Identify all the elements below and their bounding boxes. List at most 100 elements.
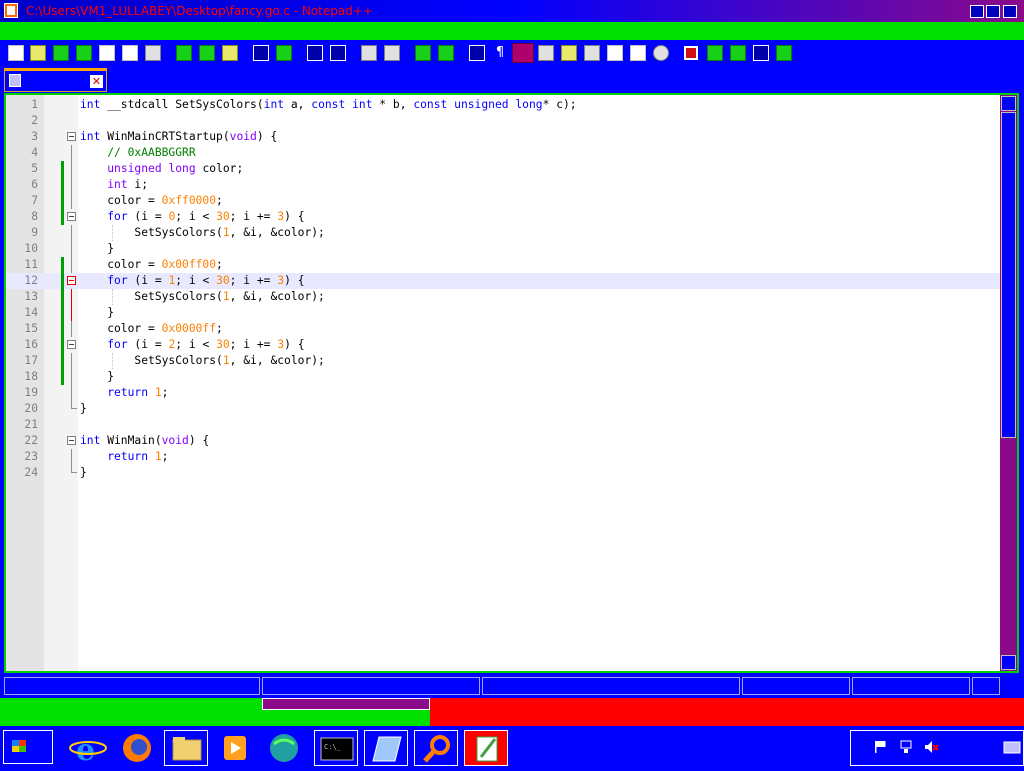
- line-number: 6: [31, 178, 38, 191]
- code-text: for (i = 0; i < 30; i += 3) {: [107, 210, 305, 223]
- fold-end-marker: [71, 465, 77, 473]
- print-icon[interactable]: [145, 45, 161, 61]
- start-button[interactable]: [3, 730, 53, 764]
- code-line[interactable]: 15 color = 0x0000ff;: [6, 321, 1001, 337]
- sync-horizontal-icon[interactable]: [438, 45, 454, 61]
- change-marker: [61, 305, 64, 321]
- close-button[interactable]: [1003, 5, 1017, 18]
- notepad-app-icon[interactable]: [364, 730, 408, 766]
- command-prompt-icon[interactable]: C:\_: [314, 730, 358, 766]
- minimize-button[interactable]: [970, 5, 984, 18]
- scrollbar-thumb[interactable]: [1001, 112, 1016, 438]
- replace-icon[interactable]: [330, 45, 346, 61]
- doc-map-icon[interactable]: [561, 45, 577, 61]
- fold-line: [71, 145, 72, 161]
- folder-as-workspace-icon[interactable]: [607, 45, 623, 61]
- fold-line: [71, 289, 72, 305]
- line-number: 24: [24, 466, 38, 479]
- zoom-in-icon[interactable]: [361, 45, 377, 61]
- code-line[interactable]: 5 unsigned long color;: [6, 161, 1001, 177]
- browser-globe-icon[interactable]: [262, 730, 306, 766]
- code-line[interactable]: 23 return 1;: [6, 449, 1001, 465]
- doc-list-icon[interactable]: [630, 45, 646, 61]
- close-file-icon[interactable]: [99, 45, 115, 61]
- code-line[interactable]: 22 int WinMain(void) {: [6, 433, 1001, 449]
- notepadpp-icon[interactable]: [464, 730, 508, 766]
- scroll-up-button[interactable]: [1001, 96, 1016, 111]
- redo-icon[interactable]: [276, 45, 292, 61]
- network-icon[interactable]: [898, 739, 914, 755]
- record-macro-icon[interactable]: [684, 46, 698, 60]
- horizontal-scrollbar[interactable]: [262, 698, 430, 710]
- fold-toggle-icon[interactable]: [67, 276, 76, 285]
- volume-muted-icon[interactable]: [923, 739, 939, 755]
- playback-macro-icon[interactable]: [730, 45, 746, 61]
- code-line[interactable]: 7 color = 0xff0000;: [6, 193, 1001, 209]
- fold-toggle-icon[interactable]: [67, 436, 76, 445]
- word-wrap-icon[interactable]: [469, 45, 485, 61]
- code-line[interactable]: 11 color = 0x00ff00;: [6, 257, 1001, 273]
- file-explorer-icon[interactable]: [164, 730, 208, 766]
- scroll-down-button[interactable]: [1001, 655, 1016, 670]
- code-line[interactable]: 14 }: [6, 305, 1001, 321]
- search-magnifier-icon[interactable]: [414, 730, 458, 766]
- windows-logo-icon: [12, 740, 26, 752]
- fold-toggle-icon[interactable]: [67, 132, 76, 141]
- show-all-characters-icon[interactable]: ¶: [492, 45, 508, 61]
- close-all-icon[interactable]: [122, 45, 138, 61]
- code-line[interactable]: 24}: [6, 465, 1001, 481]
- code-line[interactable]: 1 int __stdcall SetSysColors(int a, const…: [6, 97, 1001, 113]
- monitoring-eye-icon[interactable]: [653, 45, 669, 61]
- zoom-out-icon[interactable]: [384, 45, 400, 61]
- notepadpp-app-icon[interactable]: [4, 3, 18, 18]
- find-icon[interactable]: [307, 45, 323, 61]
- tab-close-icon[interactable]: ✕: [90, 75, 103, 88]
- status-encoding: [852, 677, 970, 695]
- firefox-icon[interactable]: [115, 730, 159, 766]
- code-line[interactable]: 16 for (i = 2; i < 30; i += 3) {: [6, 337, 1001, 353]
- line-number: 8: [31, 210, 38, 223]
- show-desktop-icon[interactable]: [1003, 741, 1021, 755]
- code-line[interactable]: 6 int i;: [6, 177, 1001, 193]
- save-icon[interactable]: [53, 45, 69, 61]
- fold-toggle-icon[interactable]: [67, 212, 76, 221]
- line-number: 21: [24, 418, 38, 431]
- save-macro-icon[interactable]: [776, 45, 792, 61]
- code-line[interactable]: 21: [6, 417, 1001, 433]
- media-player-icon[interactable]: [213, 730, 257, 766]
- action-center-flag-icon[interactable]: [873, 739, 889, 755]
- code-line[interactable]: 12 for (i = 1; i < 30; i += 3) {: [6, 273, 1001, 289]
- fold-toggle-icon[interactable]: [67, 340, 76, 349]
- sync-vertical-icon[interactable]: [415, 45, 431, 61]
- copy-icon[interactable]: [199, 45, 215, 61]
- code-line[interactable]: 3 int WinMainCRTStartup(void) {: [6, 129, 1001, 145]
- code-text: }: [80, 242, 115, 255]
- code-line[interactable]: 10 }: [6, 241, 1001, 257]
- run-macro-multiple-icon[interactable]: [753, 45, 769, 61]
- code-line[interactable]: 19 return 1;: [6, 385, 1001, 401]
- language-icon[interactable]: [538, 45, 554, 61]
- new-file-icon[interactable]: [8, 45, 24, 61]
- open-file-icon[interactable]: [30, 45, 46, 61]
- cut-icon[interactable]: [176, 45, 192, 61]
- code-line[interactable]: 17 SetSysColors(1, &i, &color);: [6, 353, 1001, 369]
- function-list-icon[interactable]: [584, 45, 600, 61]
- undo-icon[interactable]: [253, 45, 269, 61]
- code-line[interactable]: 2: [6, 113, 1001, 129]
- code-editor[interactable]: 1 int __stdcall SetSysColors(int a, const…: [4, 93, 1019, 673]
- code-line[interactable]: 13 SetSysColors(1, &i, &color);: [6, 289, 1001, 305]
- code-line[interactable]: 18 }: [6, 369, 1001, 385]
- internet-explorer-icon[interactable]: e: [66, 730, 110, 768]
- indent-guide-icon[interactable]: [512, 43, 534, 63]
- save-all-icon[interactable]: [76, 45, 92, 61]
- code-line[interactable]: 20}: [6, 401, 1001, 417]
- paste-icon[interactable]: [222, 45, 238, 61]
- stop-recording-icon[interactable]: [707, 45, 723, 61]
- menu-bar[interactable]: [0, 22, 1024, 40]
- code-line[interactable]: 8 for (i = 0; i < 30; i += 3) {: [6, 209, 1001, 225]
- code-line[interactable]: 9 SetSysColors(1, &i, &color);: [6, 225, 1001, 241]
- code-text: color = 0x00ff00;: [80, 258, 223, 271]
- maximize-button[interactable]: [986, 5, 1000, 18]
- code-line[interactable]: 4 // 0xAABBGGRR: [6, 145, 1001, 161]
- code-text: int __stdcall SetSysColors(int a, const …: [80, 98, 577, 111]
